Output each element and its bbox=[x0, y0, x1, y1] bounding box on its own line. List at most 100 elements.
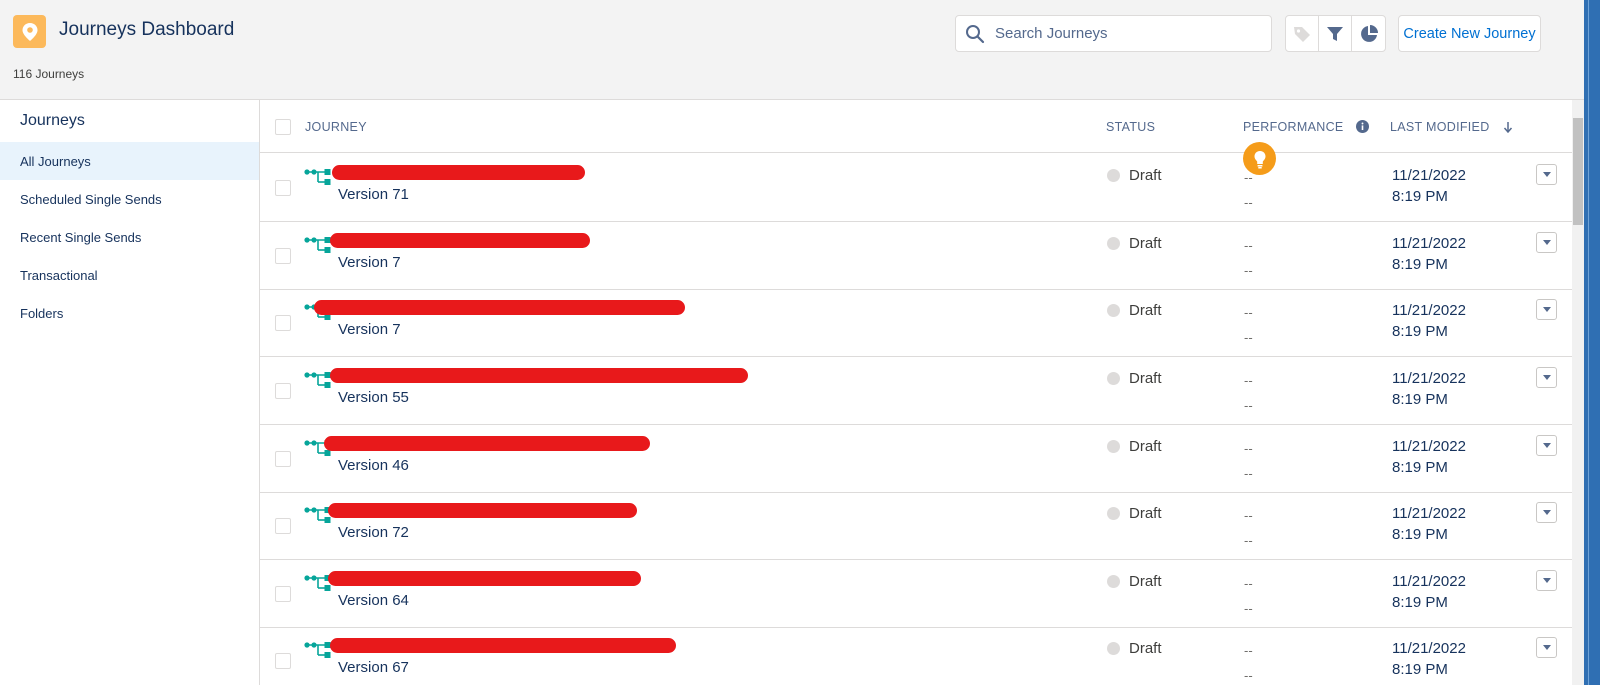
performance-value: -- bbox=[1244, 373, 1253, 388]
info-icon[interactable] bbox=[1356, 120, 1369, 133]
column-status[interactable]: STATUS bbox=[1106, 120, 1155, 134]
column-performance[interactable]: PERFORMANCE bbox=[1243, 120, 1344, 134]
status-badge: Draft bbox=[1107, 302, 1162, 319]
row-checkbox[interactable] bbox=[275, 383, 291, 399]
last-modified-date: 11/21/2022 bbox=[1392, 438, 1466, 455]
status-badge: Draft bbox=[1107, 167, 1162, 184]
map-pin-icon bbox=[13, 15, 46, 48]
search-box[interactable] bbox=[955, 15, 1272, 52]
performance-value: -- bbox=[1244, 576, 1253, 591]
table-row[interactable]: Version 71 Draft -- -- 11/21/2022 8:19 P… bbox=[260, 153, 1572, 222]
performance-value-secondary: -- bbox=[1244, 668, 1253, 683]
sidebar-item-label: Folders bbox=[20, 305, 64, 321]
last-modified-time: 8:19 PM bbox=[1392, 322, 1448, 340]
table-row[interactable]: Version 67 Draft -- -- 11/21/2022 8:19 P… bbox=[260, 626, 1572, 685]
row-actions-button[interactable] bbox=[1536, 435, 1557, 456]
row-actions-button[interactable] bbox=[1536, 367, 1557, 388]
chevron-down-icon bbox=[1542, 510, 1551, 515]
table-row[interactable]: Version 46 Draft -- -- 11/21/2022 8:19 P… bbox=[260, 424, 1572, 493]
sidebar-item-scheduled-single-sends[interactable]: Scheduled Single Sends bbox=[0, 180, 259, 218]
page-title: Journeys Dashboard bbox=[59, 19, 235, 40]
last-modified-date: 11/21/2022 bbox=[1392, 167, 1466, 184]
chart-button[interactable] bbox=[1352, 16, 1385, 51]
row-checkbox[interactable] bbox=[275, 451, 291, 467]
table-row[interactable]: Version 64 Draft -- -- 11/21/2022 8:19 P… bbox=[260, 559, 1572, 628]
redacted-journey-name[interactable] bbox=[330, 368, 748, 383]
performance-value: -- bbox=[1244, 305, 1253, 320]
journey-flow-icon bbox=[304, 372, 331, 388]
last-modified: 11/21/2022 8:19 PM bbox=[1392, 369, 1466, 410]
row-actions-button[interactable] bbox=[1536, 299, 1557, 320]
status-badge: Draft bbox=[1107, 370, 1162, 387]
last-modified: 11/21/2022 8:19 PM bbox=[1392, 301, 1466, 342]
filter-button[interactable] bbox=[1319, 16, 1352, 51]
table-row[interactable]: Version 7 Draft -- -- 11/21/2022 8:19 PM bbox=[260, 288, 1572, 357]
status-badge: Draft bbox=[1107, 235, 1162, 252]
redacted-journey-name[interactable] bbox=[330, 638, 676, 653]
last-modified-time: 8:19 PM bbox=[1392, 660, 1448, 678]
redacted-journey-name[interactable] bbox=[332, 165, 585, 180]
search-icon bbox=[966, 24, 985, 43]
status-badge: Draft bbox=[1107, 438, 1162, 455]
last-modified-time: 8:19 PM bbox=[1392, 593, 1448, 611]
scrollbar-thumb[interactable] bbox=[1573, 118, 1583, 225]
journey-version: Version 67 bbox=[338, 659, 409, 676]
sidebar-item-folders[interactable]: Folders bbox=[0, 294, 259, 332]
last-modified: 11/21/2022 8:19 PM bbox=[1392, 437, 1466, 478]
row-checkbox[interactable] bbox=[275, 653, 291, 669]
column-last-modified[interactable]: LAST MODIFIED bbox=[1390, 120, 1490, 134]
performance-value-secondary: -- bbox=[1244, 466, 1253, 481]
row-actions-button[interactable] bbox=[1536, 637, 1557, 658]
performance-value-secondary: -- bbox=[1244, 533, 1253, 548]
tag-button[interactable] bbox=[1286, 16, 1319, 51]
journey-version: Version 55 bbox=[338, 389, 409, 406]
row-checkbox[interactable] bbox=[275, 518, 291, 534]
row-checkbox[interactable] bbox=[275, 315, 291, 331]
redacted-journey-name[interactable] bbox=[328, 571, 641, 586]
page-header: Journeys Dashboard 116 Journeys Create N… bbox=[0, 0, 1584, 100]
last-modified-date: 11/21/2022 bbox=[1392, 573, 1466, 590]
arrow-down-icon[interactable] bbox=[1503, 121, 1513, 133]
redacted-journey-name[interactable] bbox=[324, 436, 650, 451]
row-checkbox[interactable] bbox=[275, 586, 291, 602]
performance-value: -- bbox=[1244, 441, 1253, 456]
table-row[interactable]: Version 72 Draft -- -- 11/21/2022 8:19 P… bbox=[260, 491, 1572, 560]
row-checkbox[interactable] bbox=[275, 180, 291, 196]
lightbulb-icon[interactable] bbox=[1243, 142, 1276, 175]
status-label: Draft bbox=[1129, 438, 1162, 455]
table-row[interactable]: Version 7 Draft -- -- 11/21/2022 8:19 PM bbox=[260, 221, 1572, 290]
chevron-down-icon bbox=[1542, 645, 1551, 650]
redacted-journey-name[interactable] bbox=[330, 233, 590, 248]
sidebar-item-recent-single-sends[interactable]: Recent Single Sends bbox=[0, 218, 259, 256]
row-checkbox[interactable] bbox=[275, 248, 291, 264]
column-journey[interactable]: JOURNEY bbox=[305, 120, 367, 134]
search-input[interactable] bbox=[995, 25, 1255, 42]
scrollbar[interactable] bbox=[1572, 100, 1584, 685]
performance-value-secondary: -- bbox=[1244, 398, 1253, 413]
last-modified: 11/21/2022 8:19 PM bbox=[1392, 234, 1466, 275]
select-all-checkbox[interactable] bbox=[275, 119, 291, 135]
status-dot-icon bbox=[1107, 507, 1120, 520]
chevron-down-icon bbox=[1542, 443, 1551, 448]
performance-value-secondary: -- bbox=[1244, 330, 1253, 345]
create-journey-button[interactable]: Create New Journey bbox=[1398, 15, 1541, 52]
journey-version: Version 46 bbox=[338, 457, 409, 474]
sidebar-item-transactional[interactable]: Transactional bbox=[0, 256, 259, 294]
pie-chart-icon bbox=[1360, 24, 1378, 42]
last-modified-date: 11/21/2022 bbox=[1392, 370, 1466, 387]
row-actions-button[interactable] bbox=[1536, 164, 1557, 185]
sidebar-item-all-journeys[interactable]: All Journeys bbox=[0, 142, 259, 180]
redacted-journey-name[interactable] bbox=[328, 503, 637, 518]
journey-count: 116 Journeys bbox=[13, 67, 85, 81]
last-modified-time: 8:19 PM bbox=[1392, 525, 1448, 543]
row-actions-button[interactable] bbox=[1536, 502, 1557, 523]
tag-icon bbox=[1294, 26, 1310, 42]
status-label: Draft bbox=[1129, 640, 1162, 657]
last-modified-time: 8:19 PM bbox=[1392, 458, 1448, 476]
chevron-down-icon bbox=[1542, 375, 1551, 380]
journeys-table: JOURNEY STATUS PERFORMANCE LAST MODIFIED… bbox=[260, 100, 1572, 685]
row-actions-button[interactable] bbox=[1536, 570, 1557, 591]
row-actions-button[interactable] bbox=[1536, 232, 1557, 253]
redacted-journey-name[interactable] bbox=[314, 300, 685, 315]
table-row[interactable]: Version 55 Draft -- -- 11/21/2022 8:19 P… bbox=[260, 356, 1572, 425]
